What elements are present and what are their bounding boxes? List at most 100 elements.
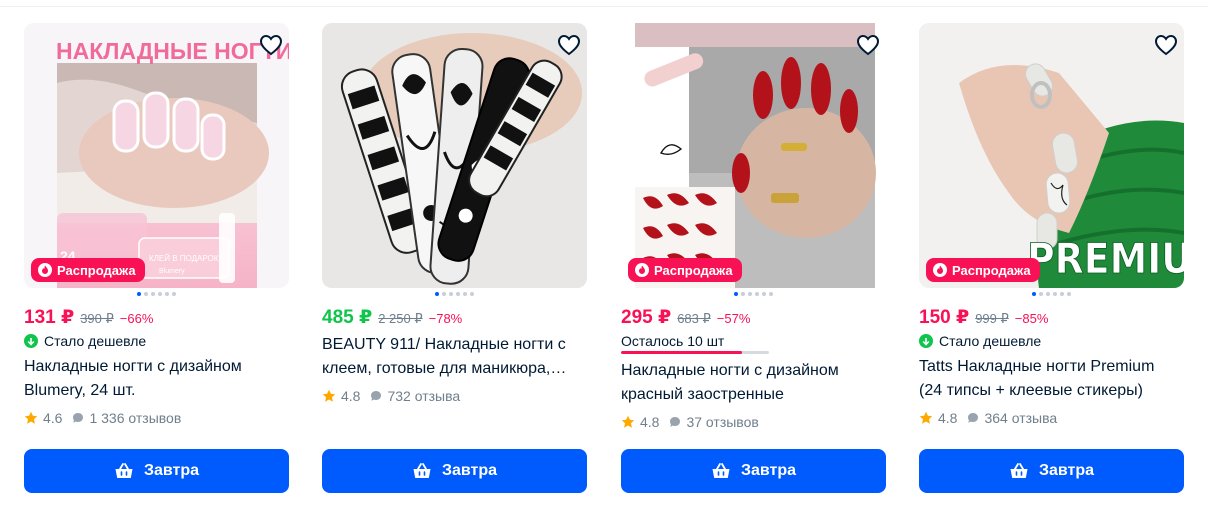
chat-bubble-icon [371, 391, 382, 401]
discount-percent: −57% [716, 311, 751, 326]
image-pagination[interactable] [24, 292, 289, 296]
current-price: 295 ₽ [621, 307, 672, 328]
current-price: 131 ₽ [24, 307, 75, 328]
image-pagination[interactable] [919, 292, 1184, 296]
product-photo-nails-premium: PREMIUM [919, 23, 1184, 288]
rating-row[interactable]: 4.6 1 336 отзывов [24, 410, 181, 426]
add-to-cart-button[interactable]: Завтра [621, 449, 886, 493]
product-image[interactable]: PREMIUM [919, 23, 1184, 288]
heart-icon[interactable] [855, 33, 881, 57]
pagination-dot[interactable] [755, 292, 759, 296]
reviews-count: 1 336 отзывов [89, 410, 182, 426]
pagination-dot[interactable] [1032, 292, 1036, 296]
pagination-dot[interactable] [748, 292, 752, 296]
pagination-dot[interactable] [1046, 292, 1050, 296]
reviews-count: 732 отзыва [387, 388, 461, 404]
rating-score: 4.8 [938, 410, 958, 426]
product-photo-nails-black-white [322, 23, 587, 288]
basket-icon [115, 463, 133, 478]
star-icon [322, 389, 336, 402]
price-row: 295 ₽ 683 ₽ −57% [621, 306, 750, 329]
rating-score: 4.8 [640, 414, 660, 430]
pagination-dot[interactable] [137, 292, 141, 296]
pagination-dot[interactable] [165, 292, 169, 296]
pagination-dot[interactable] [463, 292, 467, 296]
product-image[interactable]: 24 КЛЕЙ В ПОДАРОК Blumery НАКЛАДНЫЕ НОГТ… [24, 23, 289, 288]
old-price: 999 ₽ [975, 311, 1009, 326]
pagination-dot[interactable] [734, 292, 738, 296]
pagination-dot[interactable] [449, 292, 453, 296]
add-to-cart-button[interactable]: Завтра [919, 449, 1184, 493]
pagination-dot[interactable] [144, 292, 148, 296]
rating-row[interactable]: 4.8 732 отзыва [322, 388, 460, 404]
stock-remaining-label: Осталось 10 шт [621, 333, 725, 349]
pagination-dot[interactable] [456, 292, 460, 296]
sale-badge-label: Распродажа [57, 262, 136, 278]
rating-row[interactable]: 4.8 364 отзыва [919, 410, 1057, 426]
basket-icon [1010, 463, 1028, 478]
pagination-dot[interactable] [1067, 292, 1071, 296]
pagination-dot[interactable] [151, 292, 155, 296]
pagination-dot[interactable] [442, 292, 446, 296]
pagination-dot[interactable] [435, 292, 439, 296]
pagination-dot[interactable] [1060, 292, 1064, 296]
rating-row[interactable]: 4.8 37 отзывов [621, 414, 759, 430]
star-icon [621, 415, 635, 428]
chat-bubble-icon [73, 413, 84, 423]
pagination-dot[interactable] [762, 292, 766, 296]
product-card[interactable]: 24 КЛЕЙ В ПОДАРОК Blumery НАКЛАДНЫЕ НОГТ… [24, 0, 290, 508]
sale-badge-label: Распродажа [952, 262, 1031, 278]
product-title[interactable]: BEAUTY 911/ Накладные ногти с клеем, гот… [322, 333, 584, 381]
star-icon [24, 411, 38, 424]
price-row: 150 ₽ 999 ₽ −85% [919, 306, 1048, 329]
product-photo-nails-french: 24 КЛЕЙ В ПОДАРОК Blumery НАКЛАДНЫЕ НОГТ… [24, 23, 289, 288]
sale-badge-label: Распродажа [654, 262, 733, 278]
price-drop-text: Стало дешевле [939, 333, 1042, 349]
product-title[interactable]: Tatts Накладные ногти Premium (24 типсы … [919, 355, 1181, 403]
discount-percent: −66% [119, 311, 154, 326]
pagination-dot[interactable] [172, 292, 176, 296]
pagination-dot[interactable] [1039, 292, 1043, 296]
add-to-cart-button[interactable]: Завтра [24, 449, 289, 493]
image-pagination[interactable] [322, 292, 587, 296]
discount-percent: −78% [428, 311, 463, 326]
pagination-dot[interactable] [769, 292, 773, 296]
svg-text:Blumery: Blumery [159, 268, 185, 275]
product-photo-nails-red [621, 23, 886, 288]
arrow-down-icon [24, 334, 38, 348]
pagination-dot[interactable] [741, 292, 745, 296]
product-title[interactable]: Накладные ногти с дизайном Blumery, 24 ш… [24, 355, 286, 403]
product-card[interactable]: Распродажа 295 ₽ 683 ₽ −57% Осталось 10 … [621, 0, 887, 508]
add-to-cart-button[interactable]: Завтра [322, 449, 587, 493]
fire-icon [635, 263, 649, 277]
product-image[interactable] [322, 23, 587, 288]
image-headline: НАКЛАДНЫЕ НОГТИ [56, 38, 289, 64]
fire-icon [38, 263, 52, 277]
pagination-dot[interactable] [470, 292, 474, 296]
old-price: 390 ₽ [80, 311, 114, 326]
pagination-dot[interactable] [158, 292, 162, 296]
delivery-date-label: Завтра [1038, 462, 1095, 479]
product-card[interactable]: PREMIUM Распродажа 150 ₽ 999 ₽ −85% Стал… [919, 0, 1185, 508]
reviews-count: 37 отзывов [686, 414, 759, 430]
image-headline: PREMIUM [1027, 234, 1184, 283]
rating-score: 4.8 [341, 388, 361, 404]
sale-badge: Распродажа [31, 258, 145, 282]
image-pagination[interactable] [621, 292, 886, 296]
price-drop-label: Стало дешевле [919, 333, 1041, 349]
basket-icon [712, 463, 730, 478]
price-row: 485 ₽ 2 250 ₽ −78% [322, 306, 462, 329]
heart-icon[interactable] [556, 33, 582, 57]
product-title[interactable]: Накладные ногти с дизайном красный заост… [621, 359, 883, 407]
product-card[interactable]: 485 ₽ 2 250 ₽ −78% BEAUTY 911/ Накладные… [322, 0, 588, 508]
arrow-down-icon [919, 334, 933, 348]
discount-percent: −85% [1014, 311, 1049, 326]
pagination-dot[interactable] [1053, 292, 1057, 296]
heart-icon[interactable] [1153, 33, 1179, 57]
delivery-date-label: Завтра [143, 462, 200, 479]
delivery-date-label: Завтра [740, 462, 797, 479]
heart-icon[interactable] [258, 33, 284, 57]
product-image[interactable] [621, 23, 886, 288]
price-row: 131 ₽ 390 ₽ −66% [24, 306, 153, 329]
rating-score: 4.6 [43, 410, 63, 426]
